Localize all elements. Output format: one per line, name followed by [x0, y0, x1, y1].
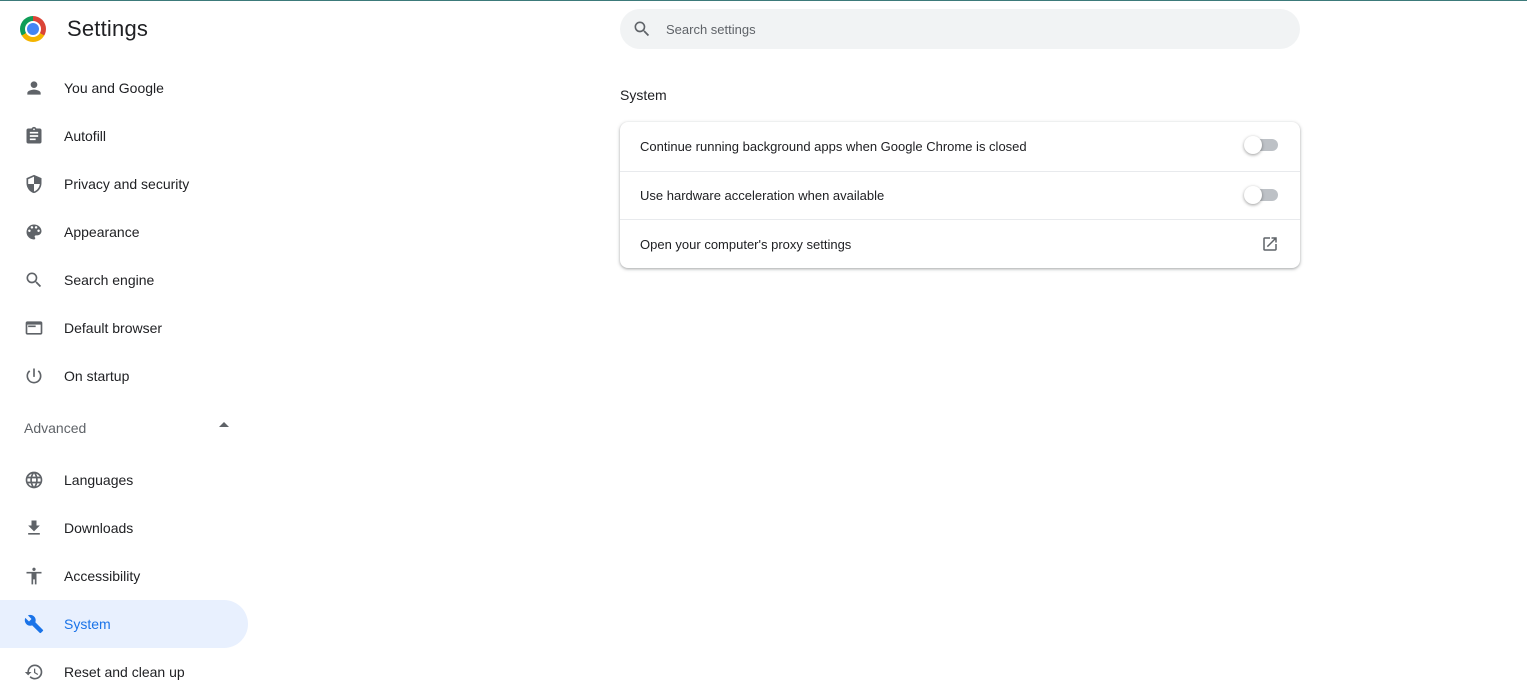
sidebar-item-privacy-and-security[interactable]: Privacy and security: [0, 160, 260, 208]
sidebar-item-on-startup[interactable]: On startup: [0, 352, 260, 400]
sidebar-item-downloads[interactable]: Downloads: [0, 504, 260, 552]
shield-icon: [24, 174, 44, 194]
setting-row-background-apps[interactable]: Continue running background apps when Go…: [620, 122, 1300, 171]
sidebar-item-search-engine[interactable]: Search engine: [0, 256, 260, 304]
setting-row-proxy-settings[interactable]: Open your computer's proxy settings: [620, 219, 1300, 268]
sidebar-nav: You and Google Autofill Privacy and secu…: [0, 64, 260, 696]
sidebar-item-accessibility[interactable]: Accessibility: [0, 552, 260, 600]
setting-label: Continue running background apps when Go…: [640, 138, 1027, 154]
sidebar-item-label: Search engine: [64, 272, 155, 288]
search-icon: [24, 270, 44, 290]
setting-label: Use hardware acceleration when available: [640, 188, 885, 204]
advanced-label: Advanced: [24, 420, 87, 436]
sidebar-item-autofill[interactable]: Autofill: [0, 112, 260, 160]
advanced-section-toggle[interactable]: Advanced: [0, 400, 260, 456]
sidebar-item-label: Default browser: [64, 320, 163, 336]
setting-label: Open your computer's proxy settings: [640, 236, 852, 252]
sidebar-item-default-browser[interactable]: Default browser: [0, 304, 260, 352]
sidebar-item-label: Appearance: [64, 224, 140, 240]
toggle-knob: [1244, 136, 1262, 155]
sidebar-item-appearance[interactable]: Appearance: [0, 208, 260, 256]
sidebar-item-label: Accessibility: [64, 568, 141, 584]
accessibility-icon: [24, 566, 44, 586]
sidebar-item-label: Reset and clean up: [64, 664, 185, 680]
background-apps-toggle[interactable]: [1244, 136, 1278, 155]
page-title: Settings: [67, 16, 149, 41]
clipboard-icon: [24, 126, 44, 146]
download-icon: [24, 518, 44, 538]
globe-icon: [24, 470, 44, 490]
palette-icon: [24, 222, 44, 242]
person-icon: [24, 78, 44, 98]
sidebar-item-reset-and-clean-up[interactable]: Reset and clean up: [0, 648, 260, 696]
sidebar-item-label: Autofill: [64, 128, 107, 144]
system-settings-card: Continue running background apps when Go…: [620, 122, 1300, 268]
search-input[interactable]: [666, 21, 1226, 37]
window-top-border: [0, 0, 1527, 1]
hardware-acceleration-toggle[interactable]: [1244, 185, 1278, 204]
browser-window-icon: [24, 318, 44, 338]
sidebar-item-label: On startup: [64, 368, 130, 384]
sidebar-item-label: You and Google: [64, 80, 164, 96]
sidebar-item-languages[interactable]: Languages: [0, 456, 260, 504]
wrench-icon: [24, 614, 44, 634]
open-in-new-icon[interactable]: [1261, 235, 1279, 253]
sidebar-item-label: Languages: [64, 472, 134, 488]
sidebar-item-you-and-google[interactable]: You and Google: [0, 64, 260, 112]
section-title: System: [620, 87, 667, 103]
sidebar-item-label: Privacy and security: [64, 176, 190, 192]
toggle-knob: [1244, 185, 1262, 204]
sidebar-item-system[interactable]: System: [0, 600, 248, 648]
brand: Settings: [20, 16, 148, 42]
chrome-logo-icon: [20, 16, 46, 42]
search-box[interactable]: [620, 9, 1300, 49]
power-icon: [24, 366, 44, 386]
history-icon: [24, 662, 44, 682]
sidebar-item-label: System: [64, 616, 111, 632]
search-icon: [634, 21, 650, 37]
caret-up-icon: [219, 422, 229, 427]
setting-row-hardware-acceleration[interactable]: Use hardware acceleration when available: [620, 170, 1300, 220]
sidebar-item-label: Downloads: [64, 520, 134, 536]
